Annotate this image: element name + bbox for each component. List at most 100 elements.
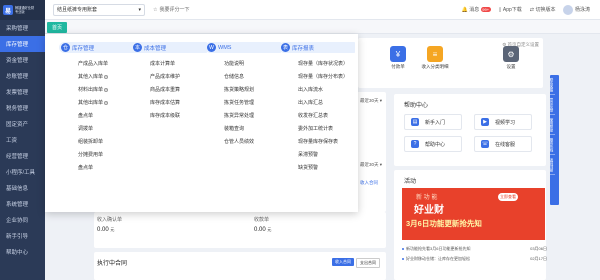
menu-item[interactable]: 盘点单 [59, 109, 135, 122]
rail-help[interactable]: 使用帮助 [550, 115, 555, 135]
sidebar-item-collab[interactable]: 企业协同 [0, 212, 45, 228]
menu-item[interactable]: 仓储信息 [205, 70, 281, 83]
phone-icon: ▯ [498, 6, 502, 13]
switch-version-button[interactable]: ⇄ 切换版本 [530, 6, 556, 14]
contracts-card: 执行中合同 收入合同 支出合同 [94, 252, 386, 280]
income-contract-tab[interactable]: 收入合同 [332, 258, 354, 266]
news-item[interactable]: 新功能抢先看3月6日功能更新抢先知 03月06日 [402, 246, 547, 252]
side-link[interactable]: 收入合同 [360, 180, 378, 186]
news-item[interactable]: 好业财移动仓储：让库存在更加轻松 02月17日 [402, 256, 547, 262]
banner-line3: 3月6日功能更新抢先知 [406, 219, 482, 228]
message-badge: 99+ [480, 7, 491, 12]
menu-item[interactable]: 装箱查询 [205, 122, 281, 135]
menu-item[interactable]: 商品成本重算 [131, 83, 207, 96]
company-select[interactable]: 结且纸裤专用账套 ▾ [53, 3, 145, 16]
menu-item[interactable]: 出入库流水 [279, 83, 355, 96]
menu-item[interactable]: 盘点单 [59, 161, 135, 174]
menu-item[interactable]: 产成品入库单 [59, 57, 135, 70]
sidebar-item-basic-info[interactable]: 基础信息 [0, 180, 45, 196]
right-rail: 联系客服 意见反馈 使用帮助 服务热线 返回顶部 [550, 75, 559, 205]
quick-label-payment: 付款单 [391, 64, 405, 69]
sidebar-item-invoice[interactable]: 发票管理 [0, 84, 45, 100]
settings-icon[interactable]: ⚙ [503, 46, 519, 62]
menu-item[interactable]: 收发存汇总表 [279, 109, 355, 122]
dot-icon [402, 257, 404, 260]
sidebar-item-inventory[interactable]: 库存管理 [0, 36, 45, 52]
sidebar-item-purchase[interactable]: 采购管理 [0, 20, 45, 36]
income-detail-icon[interactable]: ≡ [427, 46, 443, 62]
banner-tag[interactable]: 立即查看 [498, 193, 518, 201]
rail-top[interactable]: 返回顶部 [550, 155, 555, 175]
menu-item[interactable]: 组装拆卸单 [59, 135, 135, 148]
menu-item[interactable]: 其他入库单? [59, 70, 135, 83]
menu-item[interactable]: 分摊费用单 [59, 148, 135, 161]
sidebar-item-funds[interactable]: 资金管理 [0, 52, 45, 68]
menu-item[interactable]: 库存成本级联 [131, 109, 207, 122]
banner-line2: 好业财 [414, 205, 444, 216]
dot-icon [402, 247, 404, 250]
help-icon: ? [104, 74, 109, 79]
menu-item[interactable]: 调拨单 [59, 122, 135, 135]
menu-item[interactable]: 拣货任务管理 [205, 96, 281, 109]
menu-item[interactable]: 功能说明 [205, 57, 281, 70]
rail-contact[interactable]: 联系客服 [550, 75, 555, 95]
rail-hotline[interactable]: 服务热线 [550, 135, 555, 155]
rail-feedback[interactable]: 意见反馈 [550, 95, 555, 115]
menu-column-wms: W WMS 功能说明 仓储信息 拣货策略规划 拣货任务管理 拣货异常处理 装箱查询… [205, 42, 281, 148]
app-download-button[interactable]: ▯ App下载 [498, 6, 522, 14]
menu-item[interactable]: 现存量库存保存表 [279, 135, 355, 148]
logo: 易 畅捷通好业财 专业版 [0, 0, 45, 20]
menu-item[interactable]: 库存成本估算 [131, 96, 207, 109]
help-button[interactable]: ? 帮助中心 [404, 136, 462, 152]
menu-item[interactable]: 现存量（库存状况表） [279, 57, 355, 70]
report-icon: 表 [281, 43, 290, 52]
menu-column-header: 表库存报表 [279, 42, 355, 53]
newbie-button[interactable]: ▤ 新手入门 [404, 114, 462, 130]
period-select-1[interactable]: 最近30天 ▾ [360, 98, 382, 104]
menu-item[interactable]: 出入库汇总 [279, 96, 355, 109]
tab-home[interactable]: 首页 [47, 22, 68, 33]
menu-item[interactable]: 呆滞预警 [279, 148, 355, 161]
online-service-button[interactable]: ☏ 在线客服 [474, 136, 532, 152]
menu-item[interactable]: 拣货策略规划 [205, 83, 281, 96]
menu-item[interactable]: 材料出库单? [59, 83, 135, 96]
banner-line1: 新 功 能 [416, 195, 438, 201]
menu-item[interactable]: 其他出库单? [59, 96, 135, 109]
user-menu[interactable]: 杨泳涛 [563, 4, 590, 15]
bell-icon: 🔔 [461, 6, 468, 13]
sidebar-item-assets[interactable]: 固定资产 [0, 116, 45, 132]
menu-item[interactable]: 产品成本维护 [131, 70, 207, 83]
help-icon: ? [104, 87, 109, 92]
message-button[interactable]: 🔔 消息 99+ [462, 6, 491, 13]
sidebar-item-ledger[interactable]: 总账管理 [0, 68, 45, 84]
help-icon: ? [104, 100, 109, 105]
sidebar-item-help[interactable]: 帮助中心 [0, 244, 45, 260]
payment-icon[interactable]: ¥ [390, 46, 406, 62]
menu-item[interactable]: 缺货预警 [279, 161, 355, 174]
menu-item[interactable]: 成本计算单 [131, 57, 207, 70]
topbar: 结且纸裤专用账套 ▾ ☆ 我要评分一下 🔔 消息 99+ ▯ App下载 ⇄ 切… [45, 0, 600, 20]
favorite-label: 我要评分一下 [159, 7, 190, 13]
activity-title: 活动 [404, 179, 417, 185]
period-select-2[interactable]: 最近30天 ▾ [360, 162, 382, 168]
metrics-card: 收入确认单 0.00 元 收款单 0.00 元 [94, 212, 386, 248]
sidebar-item-system[interactable]: 系统管理 [0, 196, 45, 212]
menu-item[interactable]: 拣货异常处理 [205, 109, 281, 122]
sidebar-item-guide[interactable]: 新手引导 [0, 228, 45, 244]
sidebar-item-tools[interactable]: 小程序/工具 [0, 164, 45, 180]
menu-item[interactable]: 仓管人员绩效 [205, 135, 281, 148]
sidebar-item-operations[interactable]: 经营管理 [0, 148, 45, 164]
menu-column-reports: 表库存报表 现存量（库存状况表） 现存量（库存分布表） 出入库流水 出入库汇总 … [279, 42, 355, 174]
menu-item[interactable]: 委外加工统计表 [279, 122, 355, 135]
video-button[interactable]: ▶ 视频学习 [474, 114, 532, 130]
metric-income-label: 收入确认单 [97, 217, 123, 223]
expense-contract-tab[interactable]: 支出合同 [356, 258, 380, 268]
help-icon: ? [411, 140, 419, 148]
menu-item[interactable]: 现存量（库存分布表） [279, 70, 355, 83]
tabbar: 首页 [45, 20, 600, 34]
sidebar-item-tax[interactable]: 税务管理 [0, 100, 45, 116]
sidebar-item-payroll[interactable]: 工资 [0, 132, 45, 148]
exec-title: 执行中合同 [97, 261, 128, 267]
favorite-link[interactable]: ☆ 我要评分一下 [153, 6, 190, 14]
activity-banner[interactable]: 新 功 能 好业财 3月6日功能更新抢先知 立即查看 [402, 188, 545, 240]
